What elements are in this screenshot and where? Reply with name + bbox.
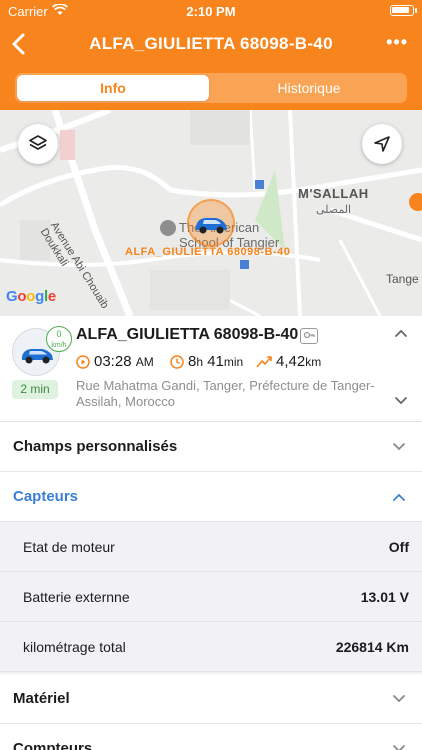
status-bar: Carrier 2:10 PM [0, 0, 422, 22]
locate-me-button[interactable] [362, 124, 402, 164]
chevron-up-icon [393, 493, 405, 501]
section-hardware[interactable]: Matériel [0, 674, 422, 724]
sensor-value: 13.01 V [360, 589, 409, 605]
section-custom-fields[interactable]: Champs personnalisés [0, 422, 422, 472]
map-area-label: M'SALLAH [298, 186, 369, 201]
collapse-chevron-up-icon[interactable] [394, 328, 408, 338]
vehicle-address: Rue Mahatma Gandi, Tanger, Préfecture de… [76, 378, 375, 409]
last-update-badge: 2 min [12, 380, 58, 399]
stat-time-value: 03:28 [94, 353, 132, 370]
stat-duration-minutes: 41 [207, 353, 224, 370]
section-sensors[interactable]: Capteurs [0, 472, 422, 522]
map-layers-button[interactable] [18, 124, 58, 164]
ignition-key-icon [300, 328, 318, 344]
header: Carrier 2:10 PM ALFA_GIULIETTA 68098-B-4… [0, 0, 422, 110]
clock-icon [170, 355, 184, 369]
speed-unit: km/h [51, 342, 67, 349]
segmented-control: Info Historique [15, 73, 407, 103]
battery-icon [390, 5, 417, 16]
status-time: 2:10 PM [186, 4, 236, 19]
sensor-label: kilométrage total [23, 639, 126, 655]
school-icon [160, 220, 176, 236]
play-circle-icon [76, 355, 90, 369]
stat-distance-unit: km [305, 355, 322, 369]
google-logo: Google [6, 288, 56, 305]
page-title: ALFA_GIULIETTA 68098-B-40 [89, 34, 333, 53]
more-options-button[interactable]: ••• [386, 32, 408, 53]
stat-duration-hours-unit: h [196, 355, 204, 369]
stat-duration-minutes-unit: min [223, 355, 244, 369]
vehicle-marker[interactable] [187, 199, 235, 247]
tab-historique[interactable]: Historique [213, 75, 405, 101]
navbar: ALFA_GIULIETTA 68098-B-40 ••• [0, 24, 422, 64]
sensor-value: 226814 Km [335, 639, 409, 655]
vehicle-summary-card[interactable]: 0 km/h 2 min ALFA_GIULIETTA 68098-B-40 0… [0, 316, 422, 422]
car-icon [196, 218, 227, 234]
location-arrow-icon [374, 136, 390, 152]
stat-duration: 8h 41min [170, 353, 243, 370]
expand-chevron-down-icon[interactable] [394, 396, 408, 406]
section-sensors-label: Capteurs [13, 488, 79, 505]
map-view[interactable]: M'SALLAH المصلى Avenue Abi Chouaib Doukk… [0, 110, 422, 316]
speed-value: 0 [56, 329, 62, 339]
stat-distance-value: 4,42 [276, 353, 306, 370]
sensor-label: Batterie externne [23, 589, 130, 605]
sensor-label: Etat de moteur [23, 539, 115, 555]
section-counters-label: Compteurs [13, 740, 93, 750]
stat-time: 03:28 AM [76, 353, 154, 370]
section-counters[interactable]: Compteurs [0, 724, 422, 750]
sensor-row: Batterie externne 13.01 V [0, 572, 422, 622]
speed-badge: 0 km/h [46, 326, 72, 352]
chevron-down-icon [393, 695, 405, 703]
vehicle-name: ALFA_GIULIETTA 68098-B-40 [76, 326, 299, 343]
section-custom-fields-label: Champs personnalisés [13, 438, 178, 455]
stat-distance: 4,42km [256, 353, 321, 370]
section-hardware-label: Matériel [13, 690, 70, 707]
layers-icon [29, 135, 47, 150]
sensor-value: Off [388, 539, 409, 555]
sensor-row: Etat de moteur Off [0, 522, 422, 572]
map-area-label-ar: المصلى [316, 204, 352, 216]
vehicle-marker-label: ALFA_GIULIETTA 68098-B-40 [125, 246, 291, 258]
map-city-label: Tange [386, 272, 419, 286]
tab-info[interactable]: Info [17, 75, 209, 101]
stat-time-suffix: AM [135, 355, 154, 369]
chevron-down-icon [393, 443, 405, 451]
sensor-row: kilométrage total 226814 Km [0, 622, 422, 672]
trend-up-icon [256, 356, 272, 368]
chevron-down-icon [393, 745, 405, 750]
